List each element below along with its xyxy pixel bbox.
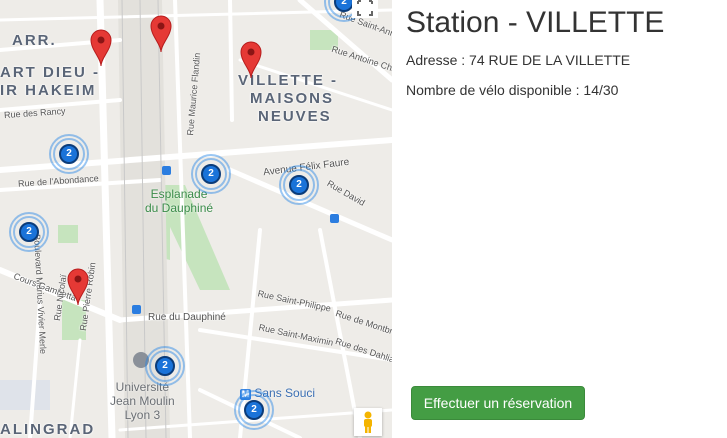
station-address: Adresse : 74 RUE DE LA VILLETTE xyxy=(406,52,631,68)
station-cluster[interactable]: 2 xyxy=(49,134,89,174)
station-marker[interactable] xyxy=(66,267,90,307)
station-cluster[interactable]: 2 xyxy=(9,212,49,252)
fullscreen-button[interactable] xyxy=(352,0,378,18)
park-label-line: du Dauphiné xyxy=(145,201,214,215)
map[interactable]: ARR. ART DIEU - IR HAKEIM VILLETTE - MAI… xyxy=(0,0,392,438)
map-marker-icon xyxy=(90,29,112,67)
district-label: ARR. xyxy=(12,32,57,49)
cluster-count: 2 xyxy=(59,144,79,164)
university-label-line: Jean Moulin xyxy=(110,394,175,408)
fullscreen-icon xyxy=(357,0,373,16)
station-panel: Station - VILLETTE Adresse : 74 RUE DE L… xyxy=(406,0,721,438)
station-cluster[interactable]: 2 xyxy=(145,346,185,386)
cluster-count: 2 xyxy=(19,222,39,242)
street-label: Rue du Dauphiné xyxy=(148,312,226,323)
map-marker-icon xyxy=(150,15,172,53)
street-view-button[interactable] xyxy=(354,408,382,436)
available-bikes: Nombre de vélo disponible : 14/30 xyxy=(406,82,619,98)
map-marker-icon xyxy=(67,268,89,306)
station-cluster[interactable]: 2 xyxy=(279,165,319,205)
district-label: ART DIEU - xyxy=(0,64,100,81)
district-label: MAISONS xyxy=(250,90,335,107)
district-label: NEUVES xyxy=(258,108,332,125)
station-title: Station - VILLETTE xyxy=(406,6,665,39)
reserve-button[interactable]: Effectuer un réservation xyxy=(411,386,585,420)
district-label: IR HAKEIM xyxy=(0,82,97,99)
university-label-line: Lyon 3 xyxy=(124,408,161,422)
map-marker-icon xyxy=(240,41,262,79)
station-marker[interactable] xyxy=(239,40,263,80)
cluster-count: 2 xyxy=(155,356,175,376)
cluster-count: 2 xyxy=(201,164,221,184)
station-marker[interactable] xyxy=(149,14,173,54)
university-label: Université Jean Moulin Lyon 3 xyxy=(110,380,175,422)
cluster-count: 2 xyxy=(244,400,264,420)
pegman-icon xyxy=(364,411,372,433)
station-cluster[interactable]: 2 xyxy=(234,390,274,430)
station-marker[interactable] xyxy=(89,28,113,68)
station-cluster[interactable]: 2 xyxy=(191,154,231,194)
cluster-count: 2 xyxy=(289,175,309,195)
district-label: ALINGRAD xyxy=(0,421,96,438)
